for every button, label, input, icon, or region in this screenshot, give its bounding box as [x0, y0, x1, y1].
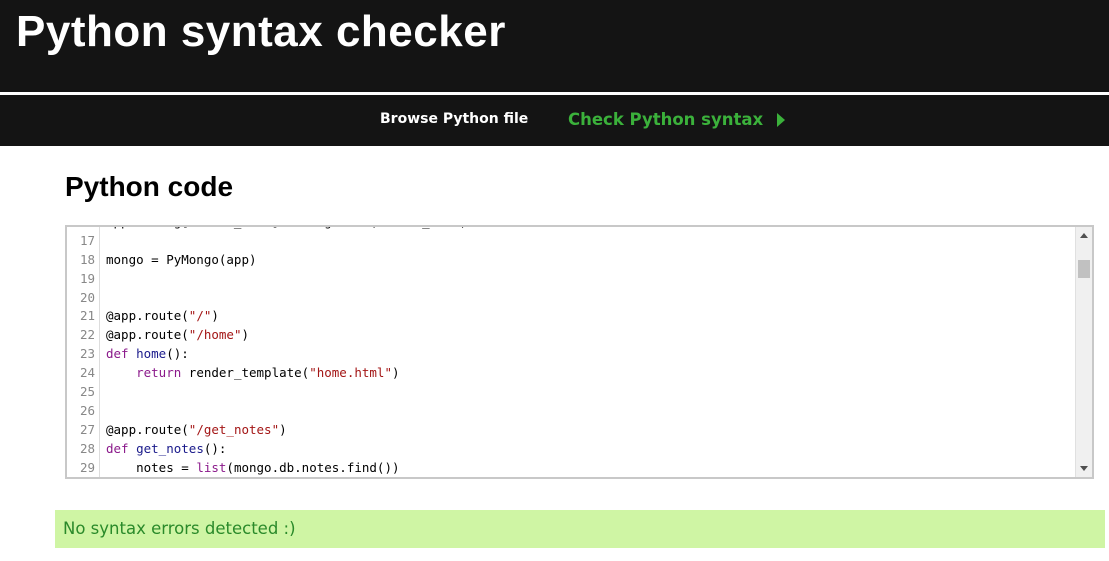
gutter-separator: [99, 250, 100, 270]
play-arrow-icon: [777, 112, 786, 127]
section-title: Python code: [65, 171, 234, 202]
line-number: 28: [79, 440, 95, 456]
gutter-separator: [99, 420, 100, 440]
site-title: Python syntax checker: [16, 7, 506, 56]
code-line[interactable]: 19: [67, 269, 467, 289]
code-line[interactable]: 25: [67, 383, 467, 402]
line-number: 20: [79, 289, 95, 305]
gutter-separator: [99, 364, 100, 384]
line-number: 17: [79, 232, 95, 248]
result-message: No syntax errors detected :): [63, 519, 296, 538]
code-token: @app.route(: [106, 327, 189, 343]
code-text: @app.route("/"): [104, 307, 219, 326]
code-line[interactable]: 27 @app.route("/get_notes"): [67, 420, 467, 440]
gutter-separator: [99, 345, 100, 365]
code-token: list: [196, 459, 227, 475]
code-token: "/home": [188, 327, 242, 343]
gutter-separator: [99, 231, 100, 251]
code-line[interactable]: 18 mongo = PyMongo(app): [67, 250, 467, 270]
gutter-separator: [99, 458, 100, 477]
code-token: render_template(: [181, 365, 310, 381]
line-number: 19: [79, 270, 95, 286]
code-text: app.config["MONGO_URI"] = os.getenv("MON…: [104, 227, 467, 232]
code-line[interactable]: 21 @app.route("/"): [67, 307, 467, 327]
code-token: get_notes: [136, 440, 204, 456]
editor-scrollbar[interactable]: [1075, 227, 1092, 477]
code-token: notes =: [106, 459, 197, 475]
code-text: @app.route("/get_notes"): [104, 421, 287, 440]
code-token: ): [241, 327, 250, 343]
gutter-separator: [99, 401, 100, 421]
gutter-separator: [99, 288, 100, 308]
code-line[interactable]: 26: [67, 401, 467, 421]
code-token: ): [211, 308, 219, 324]
site-header: Python syntax checker: [0, 0, 1109, 92]
gutter-separator: [99, 307, 100, 327]
line-number: 26: [79, 402, 95, 418]
code-area[interactable]: 16app.config["MONGO_URI"] = os.getenv("M…: [67, 227, 1075, 477]
result-banner: No syntax errors detected :): [55, 510, 1105, 548]
code-token: @app.route(: [106, 421, 189, 437]
line-number: 27: [79, 421, 95, 437]
code-token: mongo = PyMongo(app): [106, 251, 257, 267]
code-token: home: [136, 346, 167, 362]
code-token: ():: [203, 440, 227, 456]
scroll-up-arrow-icon[interactable]: [1080, 233, 1088, 238]
line-number: 25: [79, 384, 95, 400]
gutter-separator: [99, 269, 100, 289]
code-token: "/": [188, 308, 212, 324]
gutter-separator: [99, 383, 100, 402]
line-number: 23: [79, 346, 95, 362]
code-editor[interactable]: 16app.config["MONGO_URI"] = os.getenv("M…: [65, 225, 1094, 479]
code-token: ():: [166, 346, 189, 362]
nav-bar: Browse Python file Check Python syntax: [0, 95, 1109, 146]
code-line[interactable]: 24 return render_template("home.html"): [67, 364, 467, 384]
code-line[interactable]: 23 def home():: [67, 345, 467, 365]
code-token: (mongo.db.notes.find()): [226, 459, 400, 475]
code-token: ): [279, 421, 287, 437]
code-token: return: [136, 365, 182, 381]
code-text: mongo = PyMongo(app): [104, 251, 257, 270]
code-token: ): [392, 365, 400, 381]
code-token: def: [106, 346, 137, 362]
code-line[interactable]: 20: [67, 288, 467, 308]
gutter-separator: [99, 326, 100, 346]
code-text: return render_template("home.html"): [104, 364, 400, 383]
code-line[interactable]: 22 @app.route("/home"): [67, 326, 467, 346]
code-token: def: [106, 440, 137, 456]
line-number: 18: [79, 251, 95, 267]
check-python-syntax-button[interactable]: Check Python syntax: [568, 110, 786, 129]
code-lines: 16app.config["MONGO_URI"] = os.getenv("M…: [67, 227, 467, 477]
check-python-syntax-label: Check Python syntax: [568, 110, 764, 129]
line-number: 29: [79, 459, 95, 475]
code-token: "/get_notes": [188, 421, 280, 437]
code-line[interactable]: 28 def get_notes():: [67, 439, 467, 459]
code-line[interactable]: 29 notes = list(mongo.db.notes.find()): [67, 458, 467, 477]
code-line[interactable]: 17: [67, 231, 467, 251]
code-token: @app.route(: [106, 308, 189, 324]
code-text: @app.route("/home"): [104, 326, 249, 345]
line-number: 21: [79, 308, 95, 324]
scroll-down-arrow-icon[interactable]: [1080, 466, 1088, 471]
code-token: "home.html": [309, 365, 392, 381]
line-number: 24: [79, 365, 95, 381]
browse-python-file-button[interactable]: Browse Python file: [380, 111, 528, 127]
line-number: 22: [79, 327, 95, 343]
gutter-separator: [99, 439, 100, 459]
code-line[interactable]: 16app.config["MONGO_URI"] = os.getenv("M…: [67, 227, 467, 232]
code-token: app.config["MONGO_URI"] = os.getenv("MON…: [106, 227, 467, 229]
code-text: def home():: [104, 345, 189, 364]
scroll-thumb[interactable]: [1078, 260, 1090, 278]
code-text: def get_notes():: [104, 440, 226, 459]
code-text: notes = list(mongo.db.notes.find()): [104, 459, 400, 477]
